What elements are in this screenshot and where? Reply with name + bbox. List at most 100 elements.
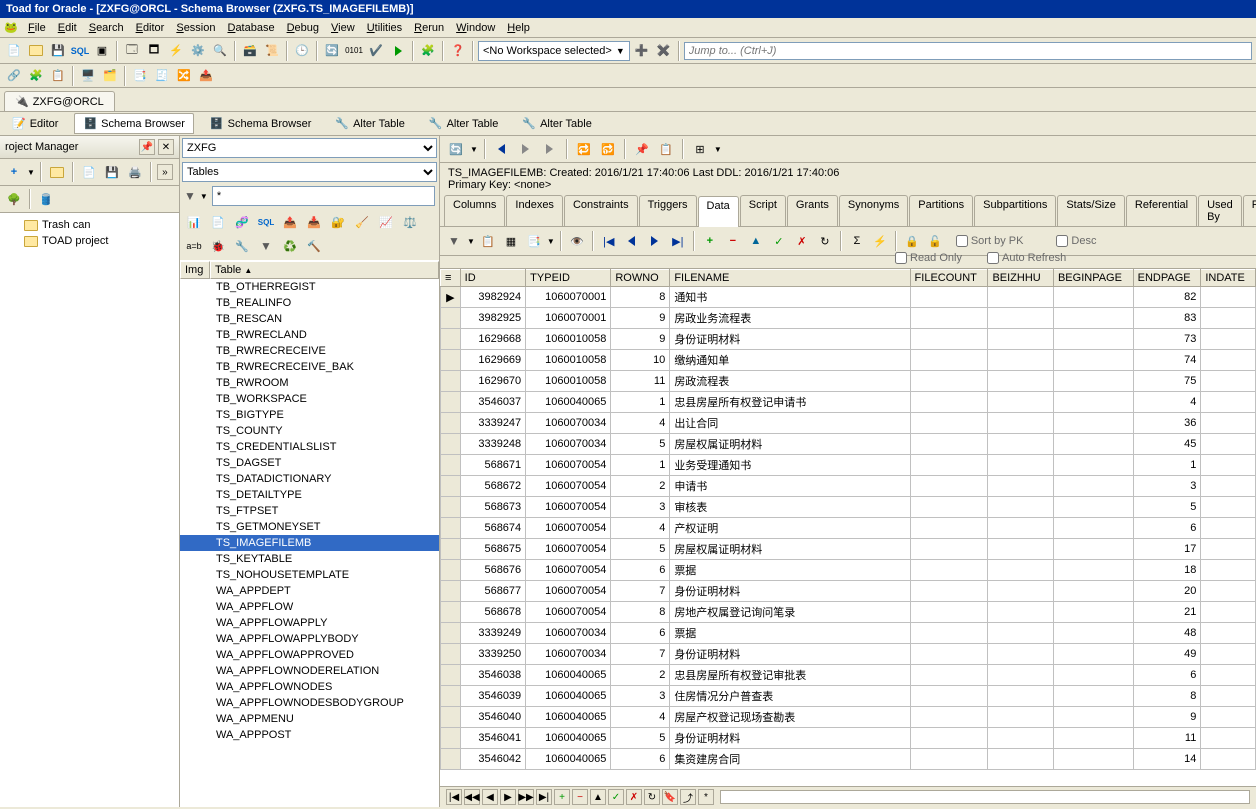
- grid-cell[interactable]: [988, 350, 1054, 371]
- menu-search[interactable]: Search: [83, 20, 130, 36]
- pm-folder-icon[interactable]: [47, 162, 67, 182]
- table-row[interactable]: WA_APPFLOWAPPLYBODY: [180, 631, 439, 647]
- menu-database[interactable]: Database: [221, 20, 280, 36]
- grid-cell[interactable]: 3: [611, 686, 670, 707]
- pm-print-icon[interactable]: 🖨️: [125, 162, 145, 182]
- grid-cell[interactable]: [1053, 371, 1133, 392]
- grid-cell[interactable]: [988, 707, 1054, 728]
- grid-cell[interactable]: [988, 686, 1054, 707]
- detail-tab-constraints[interactable]: Constraints: [564, 195, 638, 226]
- table-row[interactable]: WA_APPFLOWAPPROVED: [180, 647, 439, 663]
- grid-cell[interactable]: [1201, 287, 1256, 308]
- row-indicator[interactable]: [441, 350, 461, 371]
- grid-cell[interactable]: 18: [1133, 560, 1201, 581]
- grid-cell[interactable]: 5: [611, 728, 670, 749]
- grid-cell[interactable]: 3546041: [460, 728, 526, 749]
- table-row[interactable]: WA_APPPOST: [180, 727, 439, 743]
- obj-new-icon[interactable]: 📄: [208, 212, 228, 232]
- grid-cell[interactable]: 45: [1133, 434, 1201, 455]
- grid-cell[interactable]: [1053, 518, 1133, 539]
- tb2-icon4[interactable]: 🖥️: [78, 66, 98, 86]
- pm-db-icon[interactable]: 🛢️: [36, 189, 56, 209]
- new-icon[interactable]: 📄: [4, 41, 24, 61]
- grid-cell[interactable]: [910, 413, 988, 434]
- dt-refresh-icon[interactable]: 🔄: [446, 139, 466, 159]
- grid-cell[interactable]: [1201, 686, 1256, 707]
- data-add-icon[interactable]: +: [700, 231, 720, 251]
- row-indicator[interactable]: [441, 497, 461, 518]
- cascade-icon[interactable]: ▣: [92, 41, 112, 61]
- grid-cell[interactable]: 3546037: [460, 392, 526, 413]
- grid-cell[interactable]: 1060070054: [526, 560, 611, 581]
- pm-chevron-icon[interactable]: »: [157, 164, 173, 180]
- grid-row[interactable]: 56867410600700544产权证明6: [441, 518, 1256, 539]
- commit-icon[interactable]: ✔️: [366, 41, 386, 61]
- grid-row[interactable]: 162966810600100589身份证明材料73: [441, 329, 1256, 350]
- obj-bug-icon[interactable]: 🐞: [208, 236, 228, 256]
- data-lock-icon[interactable]: 🔒: [902, 231, 922, 251]
- grid-cell[interactable]: 2: [611, 665, 670, 686]
- grid-cell[interactable]: [1201, 308, 1256, 329]
- gnav-post-icon[interactable]: ✓: [608, 789, 624, 805]
- detail-tab-triggers[interactable]: Triggers: [639, 195, 697, 226]
- table-row[interactable]: WA_APPFLOWNODERELATION: [180, 663, 439, 679]
- grid-row[interactable]: 56867110600700541业务受理通知书1: [441, 455, 1256, 476]
- grid-cell[interactable]: 1629668: [460, 329, 526, 350]
- grid-cell[interactable]: 75: [1133, 371, 1201, 392]
- grid-cell[interactable]: [910, 539, 988, 560]
- grid-cell[interactable]: 36: [1133, 413, 1201, 434]
- pm-tree-icon[interactable]: 🌳: [4, 189, 24, 209]
- grid-cell[interactable]: 3546040: [460, 707, 526, 728]
- data-del-icon[interactable]: −: [723, 231, 743, 251]
- nav-next-icon[interactable]: [645, 231, 665, 251]
- grid-row[interactable]: 1629670106001005811房政流程表75: [441, 371, 1256, 392]
- grid-cell[interactable]: 1060010058: [526, 329, 611, 350]
- gnav-edit-icon[interactable]: ▲: [590, 789, 606, 805]
- grid-cell[interactable]: [1201, 539, 1256, 560]
- row-indicator[interactable]: ▶: [441, 287, 461, 308]
- help-icon[interactable]: ❓: [448, 41, 468, 61]
- grid-cell[interactable]: [910, 308, 988, 329]
- grid-cell[interactable]: [1053, 287, 1133, 308]
- table-row[interactable]: WA_APPFLOWAPPLY: [180, 615, 439, 631]
- grid-cell[interactable]: 房屋权属证明材料: [670, 434, 910, 455]
- pm-new-icon[interactable]: 📄: [79, 162, 99, 182]
- grid-cell[interactable]: 房政业务流程表: [670, 308, 910, 329]
- ws-add-icon[interactable]: ➕: [632, 41, 652, 61]
- grid-cell[interactable]: 82: [1133, 287, 1201, 308]
- doc-tab[interactable]: 🗄️Schema Browser: [74, 113, 193, 134]
- menu-editor[interactable]: Editor: [130, 20, 171, 36]
- gnav-add-icon[interactable]: +: [554, 789, 570, 805]
- grid-row[interactable]: 1629669106001005810缴纳通知单74: [441, 350, 1256, 371]
- grid-cell[interactable]: [1053, 623, 1133, 644]
- grid-column-typeid[interactable]: TYPEID: [526, 270, 611, 287]
- grid-cell[interactable]: 1060070034: [526, 623, 611, 644]
- grid-cell[interactable]: 21: [1133, 602, 1201, 623]
- gnav-first-icon[interactable]: |◀: [446, 789, 462, 805]
- grid-cell[interactable]: 身份证明材料: [670, 329, 910, 350]
- row-indicator[interactable]: [441, 413, 461, 434]
- grid-cell[interactable]: 业务受理通知书: [670, 455, 910, 476]
- grid-cell[interactable]: [1053, 728, 1133, 749]
- grid-cell[interactable]: [988, 623, 1054, 644]
- obj-comp-icon[interactable]: ⚖️: [400, 212, 420, 232]
- grid-cell[interactable]: [910, 560, 988, 581]
- grid-row[interactable]: 333924910600700346票据48: [441, 623, 1256, 644]
- workspace-combo[interactable]: <No Workspace selected> ▼: [478, 41, 630, 61]
- read-only-check[interactable]: Read Only: [895, 252, 962, 264]
- grid-cell[interactable]: [1201, 560, 1256, 581]
- gnav-scrollbar[interactable]: [720, 790, 1250, 804]
- data-post-icon[interactable]: ✓: [769, 231, 789, 251]
- jump-input[interactable]: [684, 42, 1252, 60]
- grid-column-rowno[interactable]: ROWNO: [611, 270, 670, 287]
- dt-back-icon[interactable]: [492, 139, 512, 159]
- gnav-last-icon[interactable]: ▶|: [536, 789, 552, 805]
- data-filter-icon[interactable]: [444, 231, 464, 251]
- doc-tab[interactable]: 🔧Alter Table: [327, 114, 412, 133]
- grid-cell[interactable]: [988, 539, 1054, 560]
- grid-cell[interactable]: [988, 497, 1054, 518]
- grid-cell[interactable]: 73: [1133, 329, 1201, 350]
- grid-cell[interactable]: 4: [1133, 392, 1201, 413]
- grid-cell[interactable]: 1060070034: [526, 413, 611, 434]
- grid-cell[interactable]: 通知书: [670, 287, 910, 308]
